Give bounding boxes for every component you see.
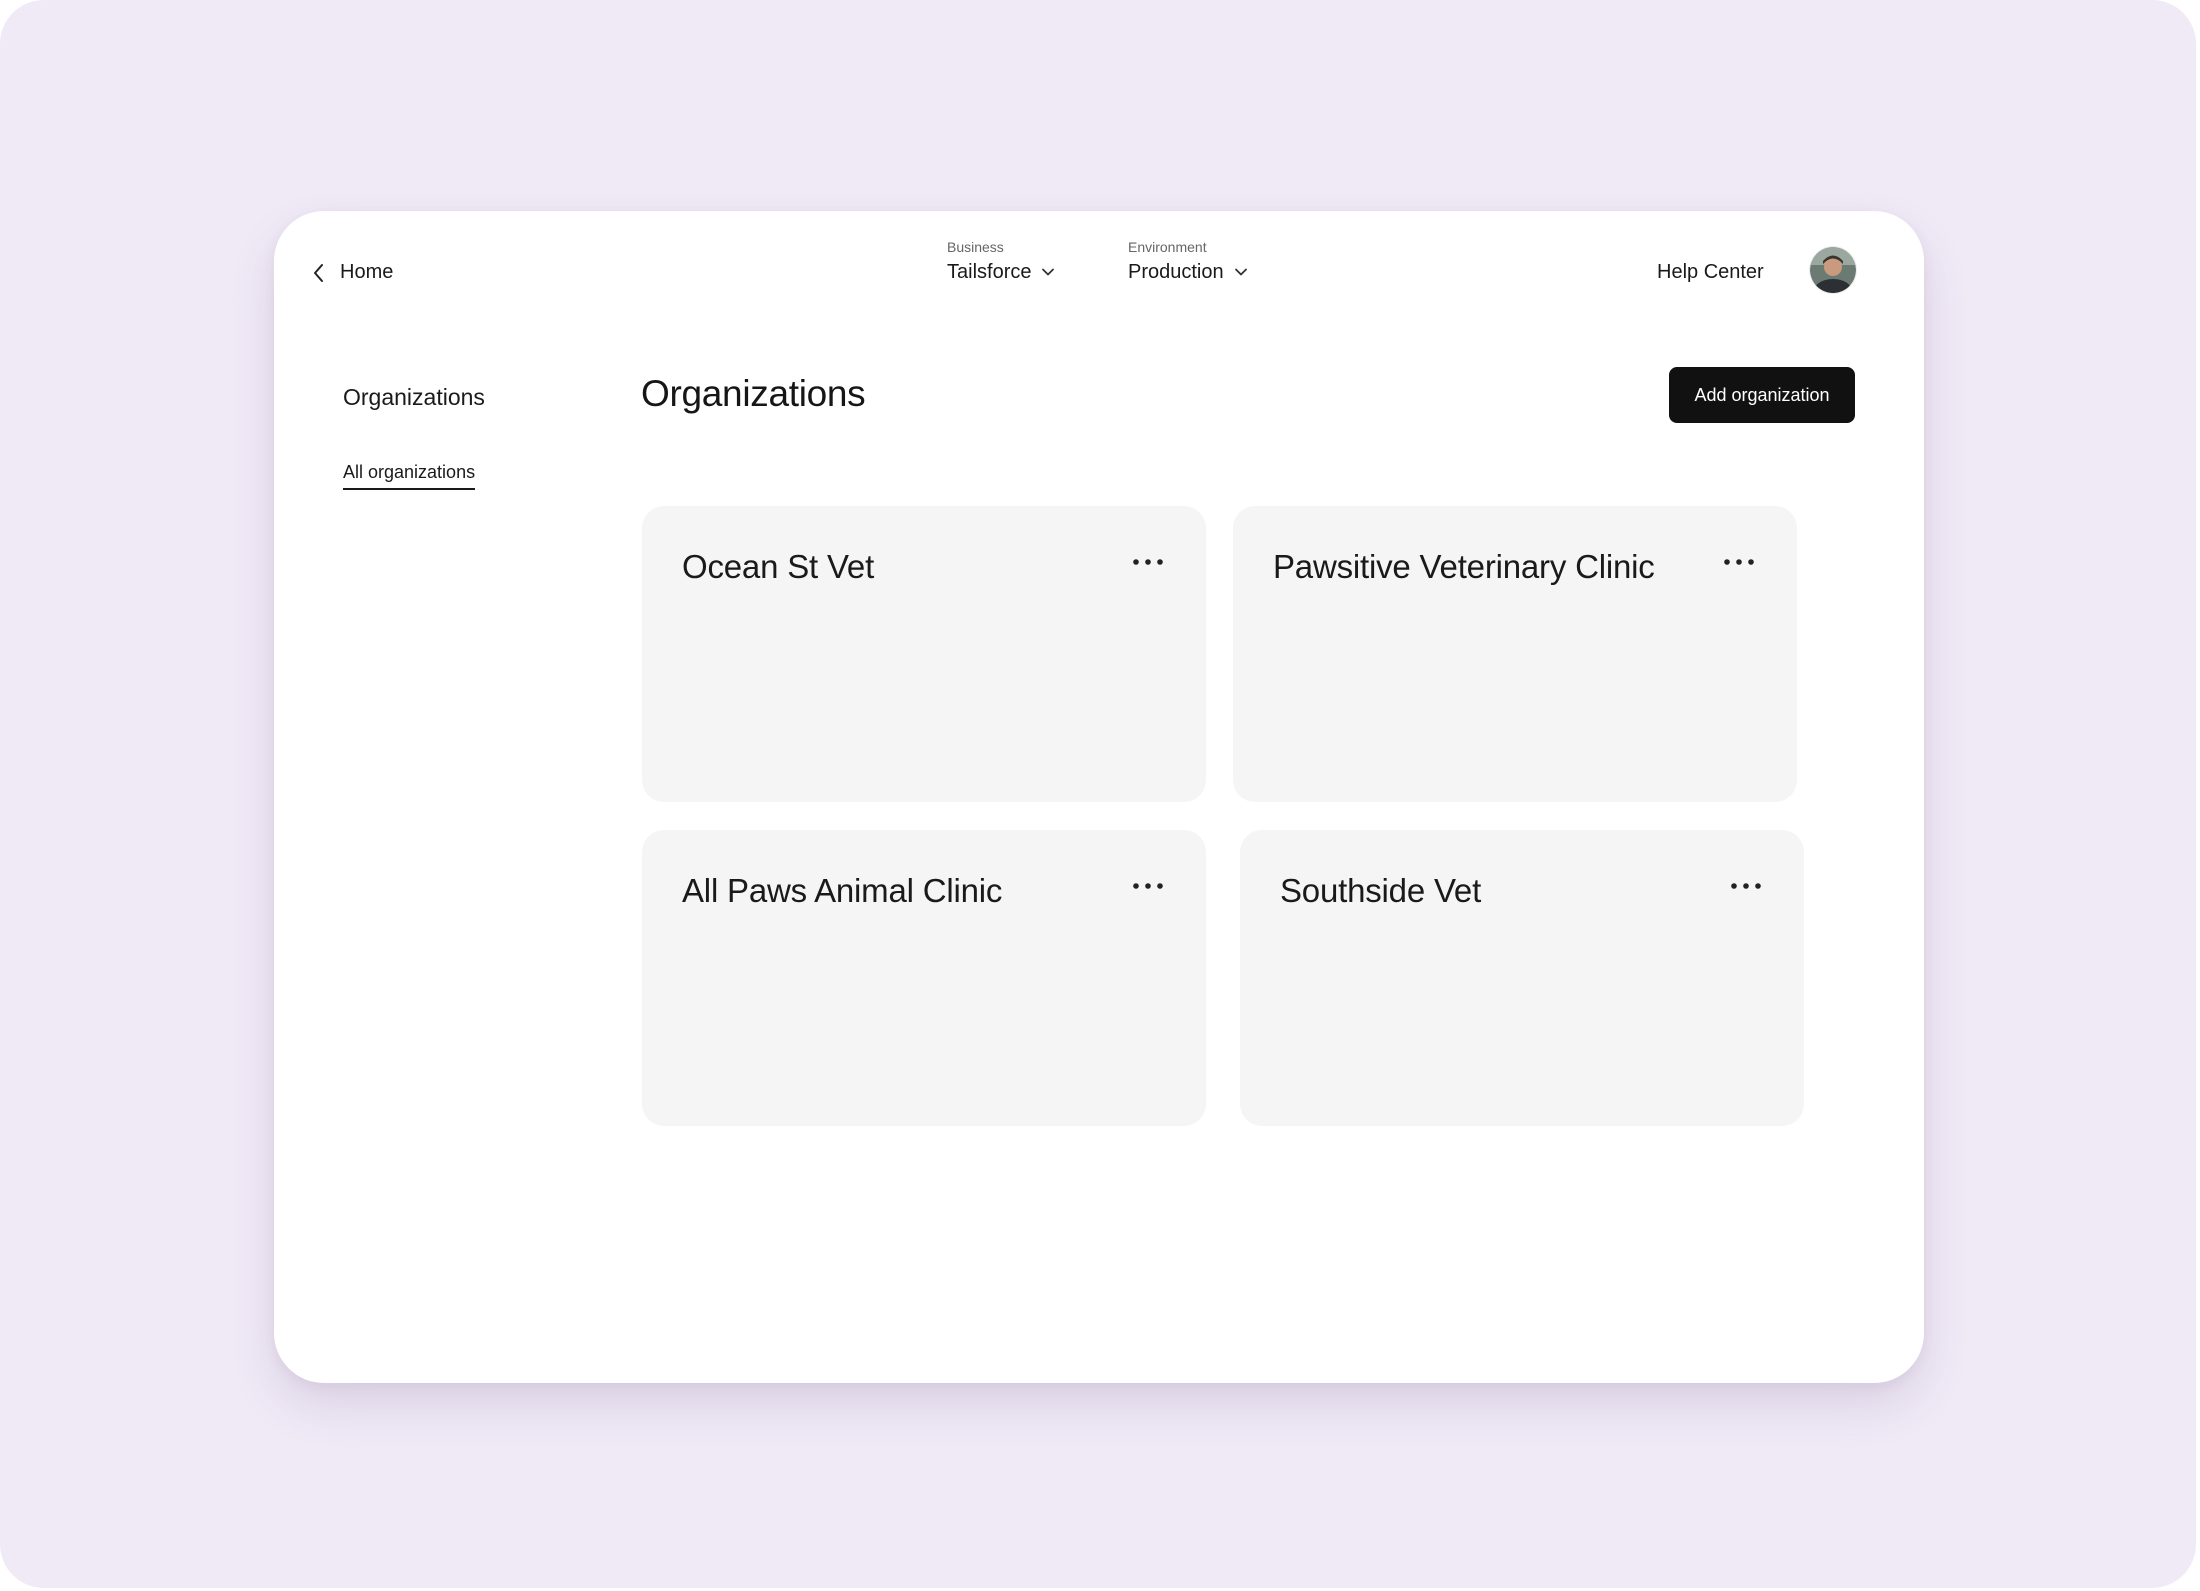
more-options-button[interactable] [1719,550,1759,574]
more-options-button[interactable] [1128,550,1168,574]
business-selector[interactable]: Business Tailsforce [947,239,1055,284]
more-horizontal-icon [1724,559,1754,565]
more-options-button[interactable] [1726,874,1766,898]
add-organization-button[interactable]: Add organization [1669,367,1855,423]
more-options-button[interactable] [1128,874,1168,898]
more-horizontal-icon [1133,559,1163,565]
organization-card[interactable]: All Paws Animal Clinic [642,830,1206,1126]
organization-name: Southside Vet [1280,872,1482,909]
business-caption: Business [947,239,1004,255]
organization-card[interactable]: Southside Vet [1240,830,1804,1126]
home-label: Home [340,261,394,283]
organization-name: Pawsitive Veterinary Clinic [1273,548,1655,585]
app-window: Home Business Tailsforce Environment Pro… [274,211,1924,1383]
environment-value: Production [1128,261,1224,283]
chevron-left-icon [312,263,324,283]
home-link[interactable]: Home [312,261,393,284]
organization-card[interactable]: Ocean St Vet [642,506,1206,802]
organization-card[interactable]: Pawsitive Veterinary Clinic [1233,506,1797,802]
environment-selector[interactable]: Environment Production [1128,239,1248,284]
more-horizontal-icon [1133,883,1163,889]
user-avatar[interactable] [1810,247,1856,293]
sidebar-heading: Organizations [343,384,485,410]
organization-name: All Paws Animal Clinic [682,872,1003,909]
help-center-link[interactable]: Help Center [1657,261,1764,284]
environment-caption: Environment [1128,239,1207,255]
organization-name: Ocean St Vet [682,548,875,585]
business-value: Tailsforce [947,261,1032,283]
chevron-down-icon [1041,264,1055,282]
sidebar-item-all-organizations[interactable]: All organizations [343,462,476,490]
more-horizontal-icon [1731,883,1761,889]
page-title: Organizations [641,373,866,414]
chevron-down-icon [1234,264,1248,282]
